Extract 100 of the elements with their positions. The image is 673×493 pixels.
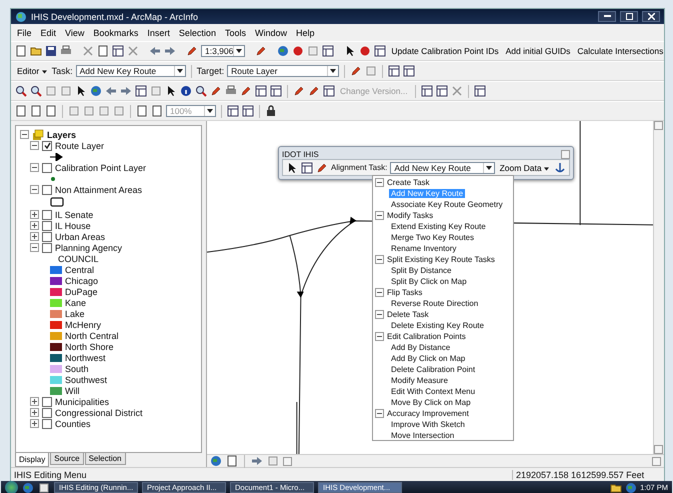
menu-item[interactable]: Window: [254, 28, 288, 38]
layer-name[interactable]: Urban Areas: [55, 232, 106, 242]
task-group[interactable]: Modify Tasks: [387, 211, 434, 220]
alignment-task-dropdown[interactable]: Add New Key Route: [390, 162, 495, 174]
open-folder-icon[interactable]: [30, 45, 42, 57]
layer-checkbox[interactable]: [42, 162, 52, 172]
toolbar-button[interactable]: Update Calibration Point IDs: [389, 46, 501, 56]
task-option[interactable]: Merge Two Key Routes: [389, 233, 476, 242]
panel-tab[interactable]: Source: [50, 453, 84, 465]
task-option[interactable]: Move Intersection: [389, 431, 456, 440]
close-button[interactable]: [642, 11, 660, 22]
layer-checkbox[interactable]: [42, 220, 52, 230]
layer-checkbox[interactable]: [42, 232, 52, 242]
task-option[interactable]: Rename Inventory: [389, 244, 458, 253]
collapse-icon[interactable]: [20, 130, 29, 139]
toolbar-button[interactable]: Calculate Intersections: [575, 46, 666, 56]
expand-icon[interactable]: [30, 419, 39, 428]
page-icon[interactable]: [45, 105, 57, 117]
layer-name[interactable]: Counties: [55, 418, 91, 428]
layer-checkbox[interactable]: [42, 140, 52, 150]
editor-menu[interactable]: Editor: [15, 66, 49, 76]
save-icon[interactable]: [45, 45, 57, 57]
collapse-icon[interactable]: [375, 332, 384, 341]
task-group[interactable]: Flip Tasks: [387, 288, 422, 297]
maximize-button[interactable]: [620, 11, 638, 22]
pointer-icon[interactable]: [165, 85, 177, 97]
collapse-icon[interactable]: [30, 185, 39, 194]
task-option[interactable]: Extend Existing Key Route: [389, 222, 488, 231]
info-icon[interactable]: [180, 85, 192, 97]
task-group[interactable]: Edit Calibration Points: [387, 332, 466, 341]
task-option[interactable]: Delete Calibration Point: [389, 365, 478, 374]
layer-name[interactable]: Municipalities: [55, 396, 110, 406]
scale-field[interactable]: 1:3,906: [201, 45, 246, 57]
task-option[interactable]: Reverse Route Direction: [389, 299, 480, 308]
expand-icon[interactable]: [30, 221, 39, 230]
collapse-icon[interactable]: [30, 163, 39, 172]
menu-item[interactable]: Help: [294, 28, 316, 38]
anchor-icon[interactable]: [554, 162, 566, 174]
expand-icon[interactable]: [30, 232, 39, 241]
collapse-icon[interactable]: [375, 178, 384, 187]
table-icon[interactable]: [322, 45, 334, 57]
data-frame-label[interactable]: Layers: [47, 130, 76, 140]
start-button[interactable]: [5, 481, 18, 493]
collapse-icon[interactable]: [30, 243, 39, 252]
layer-name[interactable]: Planning Agency: [55, 242, 122, 252]
menu-item[interactable]: Insert: [146, 28, 171, 38]
menu-item[interactable]: Bookmarks: [92, 28, 140, 38]
ball-icon[interactable]: [292, 45, 304, 57]
expand-icon[interactable]: [30, 397, 39, 406]
layer-checkbox[interactable]: [42, 396, 52, 406]
tray-icon[interactable]: [610, 482, 622, 493]
dropdown-arrow-icon[interactable]: [174, 66, 185, 76]
pencil-icon[interactable]: [316, 162, 328, 174]
menu-item[interactable]: Edit: [40, 28, 58, 38]
task-group[interactable]: Delete Task: [387, 310, 429, 319]
printer-icon[interactable]: [60, 45, 72, 57]
expand-icon[interactable]: [30, 210, 39, 219]
task-option[interactable]: Add By Click on Map: [389, 354, 468, 363]
layer-checkbox[interactable]: [42, 242, 52, 252]
task-option[interactable]: Modify Measure: [389, 376, 450, 385]
help-pointer-icon[interactable]: [344, 45, 356, 57]
lock-icon[interactable]: [265, 105, 277, 117]
layer-checkbox[interactable]: [42, 184, 52, 194]
globe-icon[interactable]: [277, 45, 290, 57]
dropdown-arrow-icon[interactable]: [233, 46, 244, 56]
menu-item[interactable]: View: [64, 28, 86, 38]
collapse-icon[interactable]: [375, 255, 384, 264]
layer-name[interactable]: Route Layer: [55, 140, 104, 150]
expand-icon[interactable]: [30, 408, 39, 417]
task-dropdown[interactable]: Add New Key Route: [76, 65, 186, 77]
zoom-in-icon[interactable]: [15, 85, 27, 97]
layer-name[interactable]: Non Attainment Areas: [55, 184, 142, 194]
task-option[interactable]: Improve With Sketch: [389, 420, 467, 429]
collapse-icon[interactable]: [375, 310, 384, 319]
toolbar-button[interactable]: Add initial GUIDs: [504, 46, 572, 56]
find-icon[interactable]: [195, 85, 207, 97]
dropdown-arrow-icon[interactable]: [482, 162, 494, 172]
task-option[interactable]: Add By Distance: [389, 343, 452, 352]
collapse-icon[interactable]: [30, 141, 39, 150]
scroll-right-button[interactable]: [652, 456, 661, 466]
collapse-icon[interactable]: [375, 211, 384, 220]
layer-checkbox[interactable]: [42, 408, 52, 418]
layer-name[interactable]: IL House: [55, 220, 91, 230]
layer-name[interactable]: IL Senate: [55, 210, 94, 220]
task-group[interactable]: Create Task: [387, 178, 430, 187]
scroll-up-button[interactable]: [654, 121, 663, 130]
new-document-icon[interactable]: [15, 45, 27, 57]
collapse-icon[interactable]: [375, 288, 384, 297]
pointer-icon[interactable]: [286, 162, 298, 174]
task-group[interactable]: Split Existing Key Route Tasks: [387, 255, 495, 264]
dropdown-arrow-icon[interactable]: [204, 106, 215, 116]
layer-name[interactable]: Congressional District: [55, 408, 143, 418]
layer-checkbox[interactable]: [42, 418, 52, 428]
task-option[interactable]: Delete Existing Key Route: [389, 321, 486, 330]
zoom-data-menu[interactable]: Zoom Data: [498, 162, 551, 172]
redo-icon[interactable]: [164, 45, 176, 57]
task-option[interactable]: Split By Click on Map: [389, 277, 469, 286]
menu-item[interactable]: Tools: [224, 28, 247, 38]
panel-tab[interactable]: Display: [15, 453, 50, 467]
back-arrow-icon[interactable]: [105, 85, 117, 97]
